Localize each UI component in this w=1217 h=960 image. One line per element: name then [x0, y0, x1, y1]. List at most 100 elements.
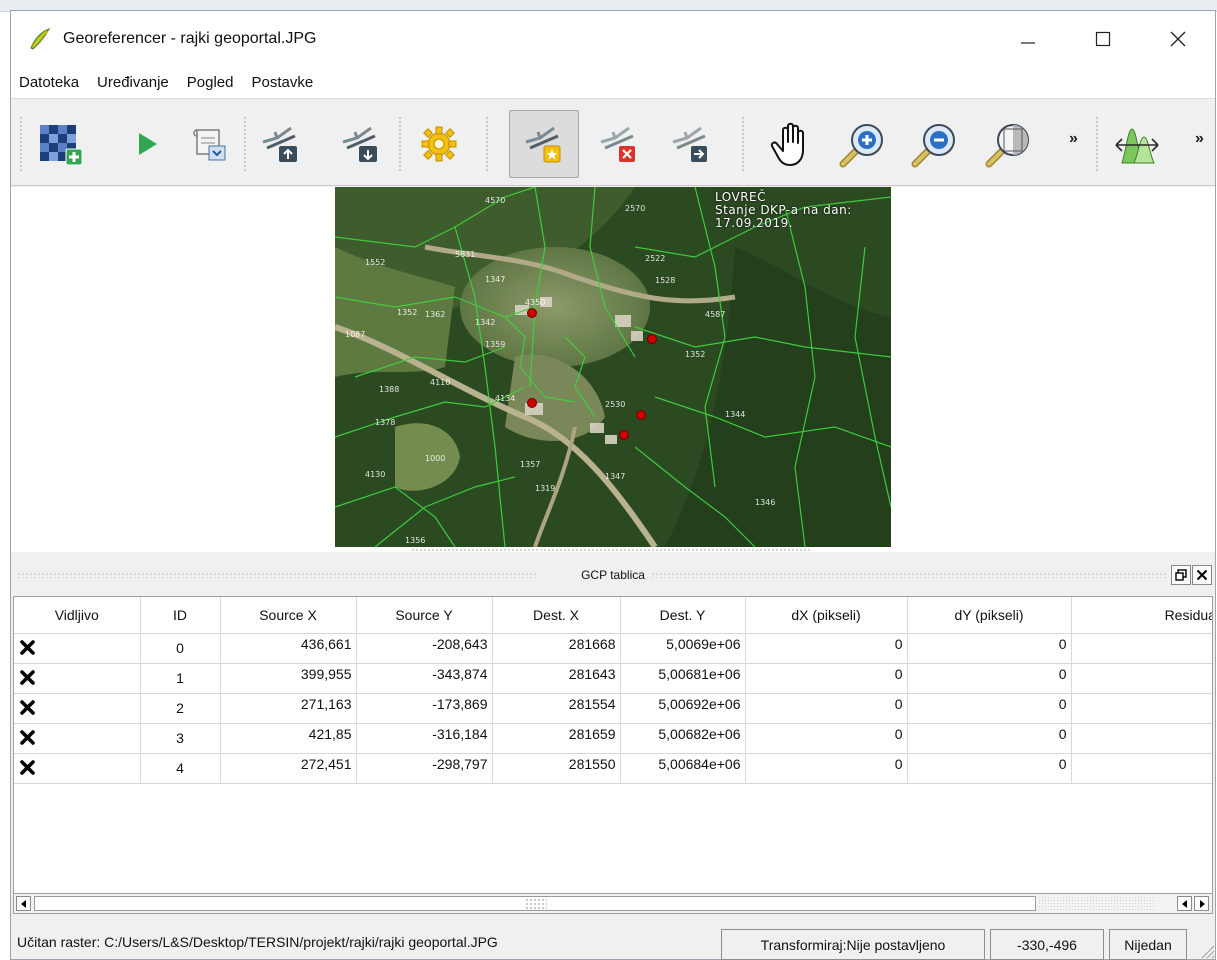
column-header[interactable]: dX (pikseli) — [745, 597, 908, 634]
dest-y-cell[interactable]: 5,00684e+06 — [620, 753, 746, 784]
dest-y-cell[interactable]: 5,00681e+06 — [620, 663, 746, 694]
column-header[interactable]: ID — [140, 597, 221, 634]
menu-uredivanje[interactable]: Uređivanje — [88, 74, 178, 91]
visible-checkbox-icon[interactable] — [20, 639, 35, 655]
source-y-cell[interactable]: -316,184 — [356, 723, 493, 754]
visible-cell[interactable] — [14, 723, 141, 754]
column-header[interactable]: dY (pikseli) — [907, 597, 1072, 634]
dest-y-cell[interactable]: 5,00692e+06 — [620, 693, 746, 724]
table-row[interactable]: 4 272,451 -298,797 281550 5,00684e+06 0 … — [14, 753, 1212, 784]
scroll-right-button[interactable] — [1194, 896, 1209, 911]
resize-grip-icon[interactable] — [1199, 943, 1215, 959]
visible-cell[interactable] — [14, 693, 141, 724]
menu-pogled[interactable]: Pogled — [178, 74, 243, 91]
map-canvas[interactable]: 4570 2570 5831 1552 2522 1347 1528 1352 4350 1… — [11, 187, 1215, 552]
source-y-cell[interactable]: -208,643 — [356, 633, 493, 664]
menu-datoteka[interactable]: Datoteka — [11, 74, 88, 91]
dock-float-button[interactable] — [1171, 565, 1191, 585]
dest-x-cell[interactable]: 281550 — [492, 753, 621, 784]
start-georeferencing-button[interactable] — [119, 114, 175, 174]
toolbar-overflow-chevron-2[interactable]: » — [1195, 130, 1204, 148]
column-header[interactable]: Source X — [220, 597, 357, 634]
dy-cell[interactable]: 0 — [907, 693, 1072, 724]
dest-x-cell[interactable]: 281659 — [492, 723, 621, 754]
dx-cell[interactable]: 0 — [745, 633, 908, 664]
maximize-button[interactable] — [1065, 11, 1140, 67]
visible-cell[interactable] — [14, 753, 141, 784]
dx-cell[interactable]: 0 — [745, 753, 908, 784]
transform-status-button[interactable]: Transformiraj:Nije postavljeno — [721, 929, 985, 960]
residual-cell[interactable] — [1071, 633, 1212, 664]
visible-cell[interactable] — [14, 663, 141, 694]
dy-cell[interactable]: 0 — [907, 633, 1072, 664]
dest-y-cell[interactable]: 5,00682e+06 — [620, 723, 746, 754]
add-point-button[interactable] — [509, 110, 579, 178]
pan-button[interactable] — [763, 114, 819, 174]
source-x-cell[interactable]: 272,451 — [220, 753, 357, 784]
residual-cell[interactable] — [1071, 663, 1212, 694]
dy-cell[interactable]: 0 — [907, 663, 1072, 694]
load-gcp-points-button[interactable] — [253, 114, 309, 174]
table-horizontal-scrollbar[interactable] — [13, 893, 1213, 914]
move-gcp-point-button[interactable] — [663, 114, 719, 174]
table-row[interactable]: 0 436,661 -208,643 281668 5,0069e+06 0 0 — [14, 633, 1212, 664]
id-cell[interactable]: 0 — [140, 633, 221, 664]
open-raster-button[interactable] — [33, 114, 89, 174]
dx-cell[interactable]: 0 — [745, 663, 908, 694]
source-y-cell[interactable]: -173,869 — [356, 693, 493, 724]
source-x-cell[interactable]: 271,163 — [220, 693, 357, 724]
visible-checkbox-icon[interactable] — [20, 729, 35, 745]
scrollbar-thumb[interactable] — [34, 896, 1036, 911]
id-cell[interactable]: 1 — [140, 663, 221, 694]
scroll-left-button-2[interactable] — [1177, 896, 1192, 911]
dx-cell[interactable]: 0 — [745, 723, 908, 754]
visible-checkbox-icon[interactable] — [20, 759, 35, 775]
id-cell[interactable]: 4 — [140, 753, 221, 784]
residual-cell[interactable] — [1071, 753, 1212, 784]
column-header[interactable]: Residual (pik — [1071, 597, 1212, 634]
raster-image[interactable]: 4570 2570 5831 1552 2522 1347 1528 1352 4350 1… — [335, 187, 891, 547]
residual-cell[interactable] — [1071, 723, 1212, 754]
source-y-cell[interactable]: -298,797 — [356, 753, 493, 784]
dest-x-cell[interactable]: 281643 — [492, 663, 621, 694]
toolbar-handle[interactable] — [19, 116, 23, 172]
dock-close-button[interactable] — [1192, 565, 1212, 585]
source-x-cell[interactable]: 436,661 — [220, 633, 357, 664]
column-header[interactable]: Source Y — [356, 597, 493, 634]
source-x-cell[interactable]: 421,85 — [220, 723, 357, 754]
table-row[interactable]: 1 399,955 -343,874 281643 5,00681e+06 0 … — [14, 663, 1212, 694]
column-header[interactable]: Dest. X — [492, 597, 621, 634]
column-header[interactable]: Dest. Y — [620, 597, 746, 634]
histogram-stretch-button[interactable] — [1109, 114, 1165, 174]
id-cell[interactable]: 2 — [140, 693, 221, 724]
table-row[interactable]: 2 271,163 -173,869 281554 5,00692e+06 0 … — [14, 693, 1212, 724]
gcp-dock-title-bar[interactable]: GCP tablica — [11, 563, 1215, 587]
zoom-to-layer-button[interactable] — [981, 114, 1037, 174]
visible-cell[interactable] — [14, 633, 141, 664]
dest-y-cell[interactable]: 5,0069e+06 — [620, 633, 746, 664]
column-header[interactable]: Vidljivo — [14, 597, 141, 634]
zoom-in-button[interactable] — [835, 114, 891, 174]
transformation-settings-button[interactable] — [411, 114, 467, 174]
visible-checkbox-icon[interactable] — [20, 699, 35, 715]
dest-x-cell[interactable]: 281554 — [492, 693, 621, 724]
scrollbar-track[interactable] — [1038, 896, 1156, 911]
close-button[interactable] — [1140, 11, 1215, 67]
generate-gdal-script-button[interactable] — [181, 114, 237, 174]
dy-cell[interactable]: 0 — [907, 753, 1072, 784]
gcp-table[interactable]: Vidljivo ID Source X Source Y Dest. X De… — [13, 596, 1213, 894]
menu-postavke[interactable]: Postavke — [242, 74, 322, 91]
visible-checkbox-icon[interactable] — [20, 669, 35, 685]
delete-point-button[interactable] — [591, 114, 647, 174]
source-x-cell[interactable]: 399,955 — [220, 663, 357, 694]
scroll-left-button[interactable] — [16, 896, 31, 911]
zoom-out-button[interactable] — [907, 114, 963, 174]
id-cell[interactable]: 3 — [140, 723, 221, 754]
dy-cell[interactable]: 0 — [907, 723, 1072, 754]
minimize-button[interactable] — [990, 11, 1065, 67]
save-gcp-points-button[interactable] — [333, 114, 389, 174]
crs-status-button[interactable]: Nijedan — [1109, 929, 1187, 960]
table-row[interactable]: 3 421,85 -316,184 281659 5,00682e+06 0 0 — [14, 723, 1212, 754]
canvas-splitter[interactable] — [411, 548, 811, 552]
dx-cell[interactable]: 0 — [745, 693, 908, 724]
